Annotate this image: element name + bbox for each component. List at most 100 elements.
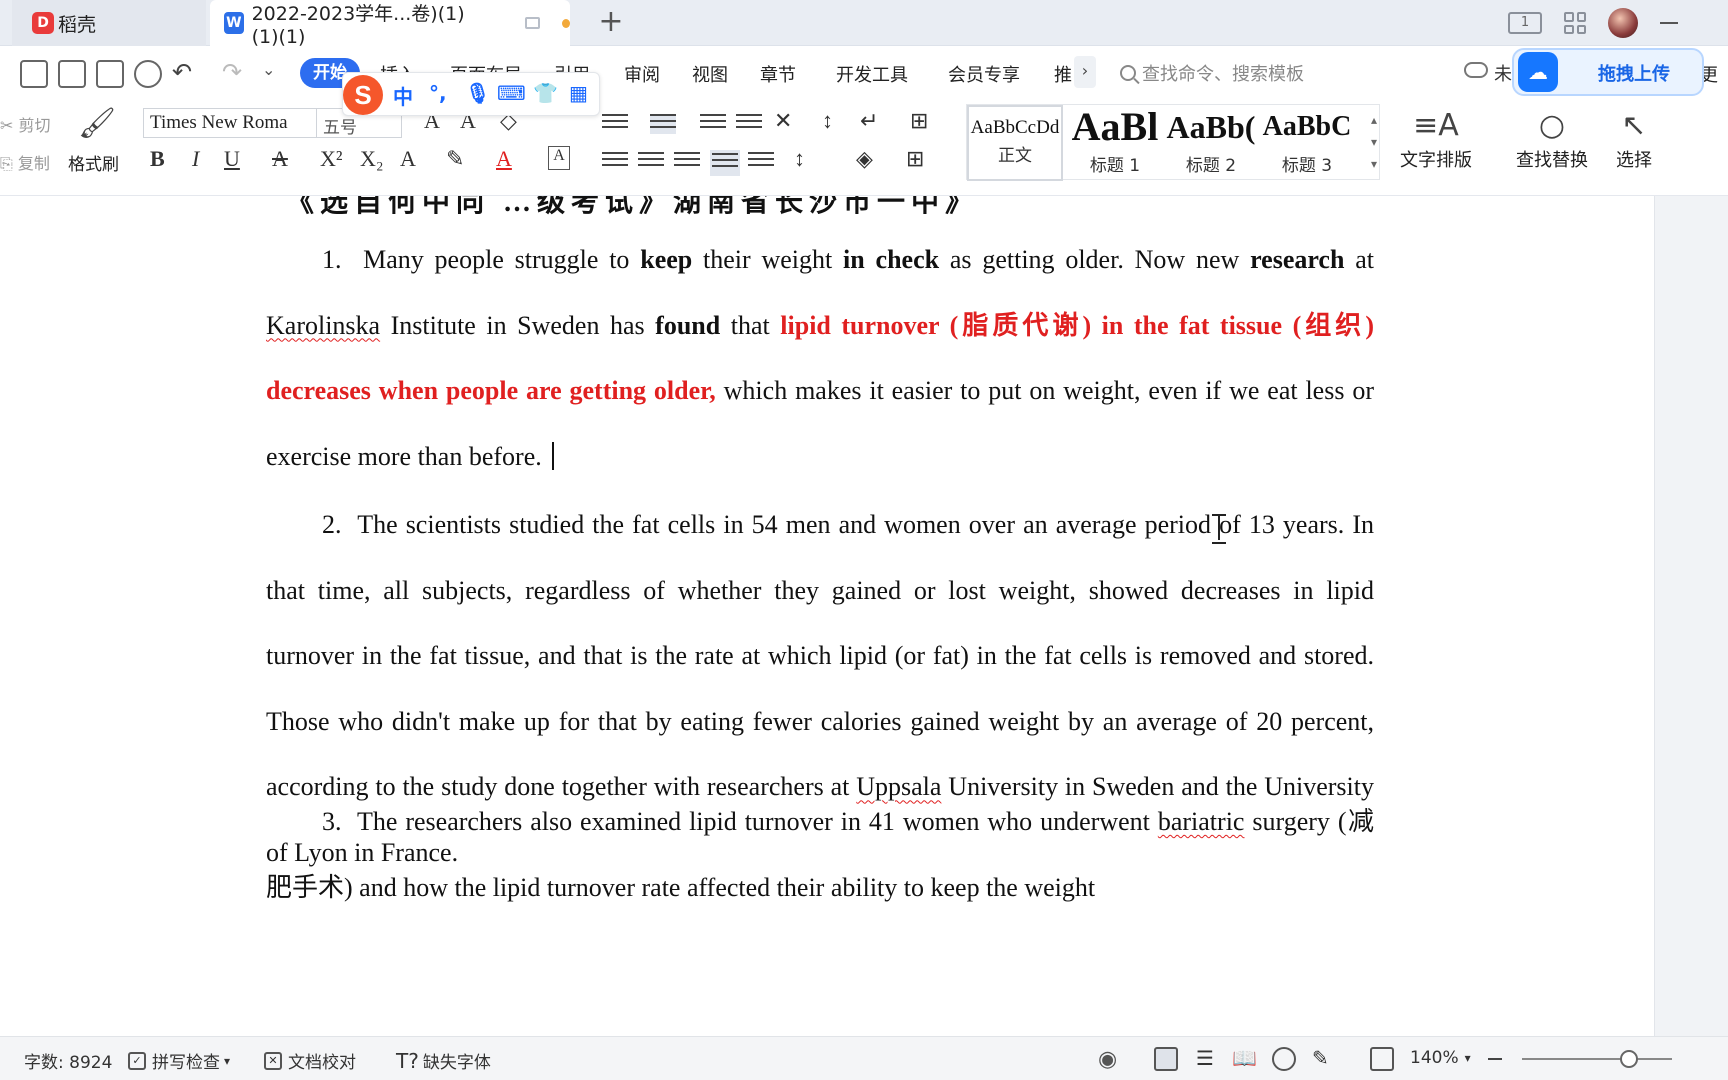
shading-icon[interactable]: ◈ — [856, 146, 873, 172]
align-right-icon[interactable] — [674, 152, 700, 172]
missing-font-button[interactable]: T? 缺失字体 — [396, 1048, 491, 1074]
style-heading-2[interactable]: AaBb( 标题 2 — [1163, 105, 1259, 181]
toolbox-icon[interactable]: ▦ — [569, 81, 588, 105]
ime-language-toggle[interactable]: 中 — [393, 81, 413, 110]
drag-upload-pill[interactable]: ☁ 拖拽上传 — [1512, 48, 1704, 96]
format-painter-icon[interactable]: 🖌 — [78, 106, 116, 141]
eye-protect-icon[interactable]: ◉ — [1098, 1047, 1117, 1072]
sort-icon[interactable]: ↕ — [822, 108, 833, 134]
avatar[interactable] — [1608, 8, 1638, 38]
command-search-input[interactable]: 查找命令、搜索模板 — [1120, 58, 1304, 88]
zoom-value: 140% — [1410, 1048, 1459, 1068]
style-heading-3[interactable]: AaBbC 标题 3 — [1259, 105, 1355, 181]
menu-review[interactable]: 审阅 — [624, 61, 660, 87]
increase-indent-icon[interactable] — [736, 114, 762, 134]
menu-developer[interactable]: 开发工具 — [836, 61, 908, 87]
menu-recommend[interactable]: 推 — [1054, 61, 1072, 87]
chinese-layout-icon[interactable]: ✕ — [774, 108, 792, 134]
zoom-out-icon[interactable] — [1488, 1058, 1502, 1060]
skin-icon[interactable]: 👕 — [533, 81, 558, 105]
justify-icon[interactable] — [710, 150, 740, 176]
outline-view-icon[interactable]: ☰ — [1196, 1047, 1220, 1071]
ime-punctuation-icon[interactable]: °, — [429, 81, 447, 105]
microphone-icon[interactable]: 🎙 — [465, 81, 490, 105]
underline-icon[interactable]: U — [224, 146, 240, 172]
print-preview-icon[interactable] — [134, 60, 162, 88]
tab-document[interactable]: W 2022-2023学年...卷)(1)(1)(1) — [210, 0, 570, 48]
paragraph-3-number: 3. — [322, 807, 342, 836]
zoom-slider[interactable] — [1522, 1058, 1672, 1060]
menu-member[interactable]: 会员专享 — [948, 61, 1020, 87]
menu-view[interactable]: 视图 — [692, 61, 728, 87]
zoom-slider-handle[interactable] — [1620, 1050, 1638, 1068]
fit-page-icon[interactable] — [1370, 1047, 1394, 1071]
tab-stop-icon[interactable]: ⊞ — [910, 108, 928, 134]
daoke-logo-icon: D — [32, 12, 54, 34]
style-scroll-icon[interactable]: ▴ ▾ ▾ — [1371, 109, 1377, 175]
decrease-indent-icon[interactable] — [700, 114, 726, 134]
zoom-level[interactable]: 140% ▾ — [1410, 1048, 1471, 1068]
bold-icon[interactable]: B — [150, 146, 165, 172]
tab-daoke[interactable]: D 稻壳 — [12, 0, 206, 46]
keyboard-icon[interactable]: ⌨ — [497, 81, 526, 105]
p1-text-2: their weight — [692, 245, 844, 274]
document-canvas[interactable]: 《选自何中同 …级考试》湖南省长沙市一中》 1. Many people str… — [0, 196, 1728, 1036]
menu-more-button[interactable]: › — [1074, 56, 1096, 88]
p2-text-1: The scientists studied the fat cells in … — [266, 510, 1374, 802]
line-spacing-icon[interactable]: ↕ — [794, 146, 805, 172]
cloud-status-text: 未 — [1494, 64, 1512, 85]
char-border-icon[interactable]: A — [548, 146, 570, 170]
highlight-icon[interactable]: ✎ — [446, 146, 464, 172]
export-pdf-icon[interactable] — [58, 60, 86, 88]
italic-icon[interactable]: I — [192, 146, 199, 172]
sogou-logo-icon[interactable]: S — [343, 75, 383, 115]
numbered-list-icon[interactable] — [650, 114, 676, 134]
subscript-icon[interactable]: X₂ — [360, 146, 384, 172]
borders-icon[interactable]: ⊞ — [906, 146, 924, 172]
font-color-icon[interactable]: A — [496, 146, 512, 172]
page-view-button[interactable] — [1154, 1047, 1178, 1071]
page-view-icon[interactable]: 1 — [1508, 12, 1542, 34]
write-mode-icon[interactable]: ✎ — [1312, 1047, 1336, 1071]
text-effect-icon[interactable]: A — [400, 146, 416, 172]
align-center-icon[interactable] — [638, 152, 664, 172]
style-heading-1[interactable]: AaBl 标题 1 — [1067, 105, 1163, 181]
text-caret — [551, 441, 554, 470]
paragraph-1[interactable]: 1. Many people struggle to keep their we… — [266, 227, 1374, 489]
apps-grid-icon[interactable] — [1564, 12, 1586, 34]
word-count[interactable]: 字数: 8924 — [24, 1048, 112, 1073]
unsaved-dot-icon — [561, 18, 570, 28]
print-icon[interactable] — [96, 60, 124, 88]
text-layout-button[interactable]: ≡A 文字排版 — [1400, 106, 1472, 172]
superscript-icon[interactable]: X² — [320, 146, 342, 172]
align-left-icon[interactable] — [602, 152, 628, 172]
new-tab-button[interactable]: + — [594, 6, 628, 40]
customize-qa-icon[interactable]: ⌄ — [262, 60, 275, 79]
cloud-icon[interactable] — [1464, 62, 1488, 78]
select-button[interactable]: ↖ 选择 — [1616, 106, 1652, 172]
format-painter-label[interactable]: 格式刷 — [68, 150, 119, 175]
doc-proof-button[interactable]: ✕ 文档校对 — [264, 1048, 356, 1073]
find-replace-button[interactable]: ○ 查找替换 — [1516, 106, 1588, 172]
show-marks-icon[interactable]: ↵ — [860, 108, 878, 134]
reading-view-icon[interactable]: 📖 — [1232, 1047, 1257, 1071]
strikethrough-icon[interactable]: A — [272, 146, 288, 172]
zoom-dropdown-icon: ▾ — [1464, 1051, 1471, 1065]
p1-bold-in-check: in check — [843, 245, 940, 274]
menu-chapter[interactable]: 章节 — [760, 61, 796, 87]
cut-button[interactable]: ✂ 剪切 — [0, 112, 51, 136]
paragraph-3[interactable]: 3. The researchers also examined lipid t… — [266, 789, 1374, 920]
spell-check-button[interactable]: ✓ 拼写检查 ▾ — [128, 1048, 230, 1073]
web-view-icon[interactable] — [1272, 1047, 1296, 1071]
undo-icon[interactable]: ↶ — [172, 58, 192, 86]
font-name-select[interactable]: Times New Roma — [143, 108, 317, 138]
redo-icon[interactable]: ↷ — [222, 58, 242, 86]
distributed-icon[interactable] — [748, 152, 774, 172]
minimize-icon[interactable] — [1660, 22, 1678, 24]
bullet-list-icon[interactable] — [602, 114, 628, 134]
save-icon[interactable] — [20, 60, 48, 88]
menu-bar: ↶ ↷ ⌄ 开始 插入 页面布局 引用 审阅 视图 章节 开发工具 会员专享 推… — [0, 46, 1728, 100]
upload-label: 拖拽上传 — [1598, 64, 1670, 85]
copy-button[interactable]: ⎘ 复制 — [0, 150, 50, 174]
style-normal[interactable]: AaBbCcDd 正文 — [967, 105, 1063, 181]
